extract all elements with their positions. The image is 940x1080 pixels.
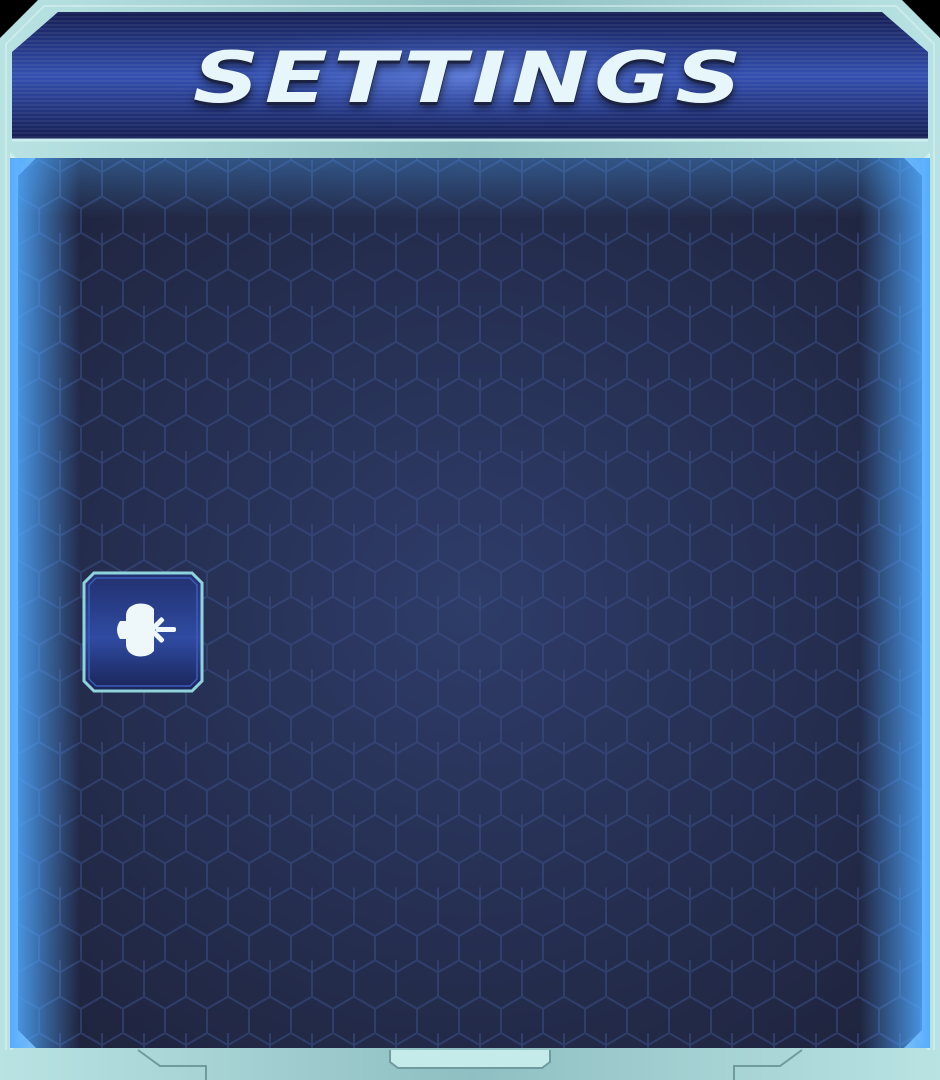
settings-panel-frame [0,0,940,1080]
sound-toggle-button[interactable] [82,571,204,693]
settings-screen: SETTINGS [0,0,940,1080]
page-title: SETTINGS [192,37,748,119]
